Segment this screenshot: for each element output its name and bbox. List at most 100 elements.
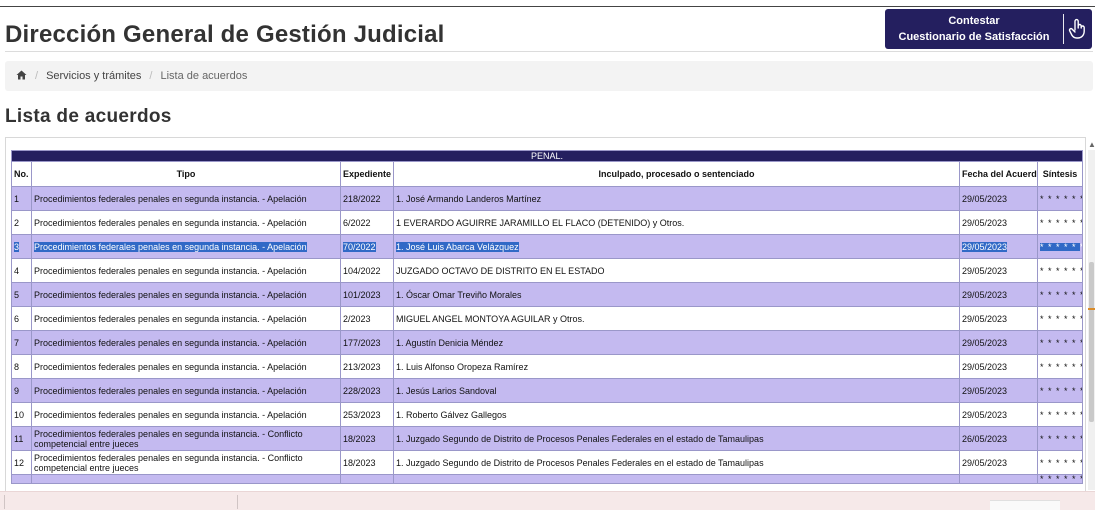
sintesis-placeholder: * * * * * * xyxy=(1040,193,1083,204)
cell-tipo: Procedimientos federales penales en segu… xyxy=(31,258,341,283)
cell-tipo xyxy=(31,474,341,484)
cell-tipo-text: Procedimientos federales penales en segu… xyxy=(34,409,307,420)
cell-tipo-text: Procedimientos federales penales en segu… xyxy=(34,241,307,252)
column-header-no: No. xyxy=(11,161,32,187)
cell-expediente: 177/2023 xyxy=(340,330,394,355)
table-row[interactable]: 7 Procedimientos federales penales en seg… xyxy=(11,330,1083,355)
cell-sintesis: * * * * * * xyxy=(1037,450,1083,475)
survey-button[interactable]: Contestar Cuestionario de Satisfacción xyxy=(885,9,1092,49)
cell-expediente-text: 218/2022 xyxy=(343,193,381,204)
home-icon[interactable] xyxy=(16,70,27,83)
survey-button-separator xyxy=(1063,14,1064,44)
cell-expediente: 228/2023 xyxy=(340,378,394,403)
acuerdos-table: PENAL. No. Tipo Expediente Inculpado, pr… xyxy=(11,150,1083,484)
cell-tipo-text: Procedimientos federales penales en segu… xyxy=(34,452,303,473)
cell-expediente: 104/2022 xyxy=(340,258,394,283)
cell-fecha: 29/05/2023 xyxy=(959,282,1038,307)
table-row[interactable]: 3 Procedimientos federales penales en seg… xyxy=(11,234,1083,259)
cell-inculpado-text: 1. José Armando Landeros Martínez xyxy=(396,193,542,204)
cell-no-text: 3 xyxy=(14,241,20,252)
cell-sintesis: * * * * * * xyxy=(1037,378,1083,403)
sintesis-placeholder: * * * * * * xyxy=(1040,474,1083,484)
column-header-tipo: Tipo xyxy=(31,161,341,187)
sintesis-placeholder: * * * * * * xyxy=(1040,241,1083,252)
cell-no: 10 xyxy=(11,402,32,427)
table-body: 1 Procedimientos federales penales en seg… xyxy=(11,186,1083,484)
cell-inculpado-text: 1 EVERARDO AGUIRRE JARAMILLO EL FLACO (D… xyxy=(396,217,685,228)
sintesis-placeholder: * * * * * * xyxy=(1040,409,1083,420)
cell-tipo: Procedimientos federales penales en segu… xyxy=(31,426,341,451)
sintesis-placeholder: * * * * * * xyxy=(1040,433,1083,444)
cell-fecha-text: 29/05/2023 xyxy=(962,289,1008,300)
cell-tipo-text: Procedimientos federales penales en segu… xyxy=(34,265,307,276)
breadcrumb-current: Lista de acuerdos xyxy=(160,70,248,82)
cell-tipo: Procedimientos federales penales en segu… xyxy=(31,186,341,211)
cell-tipo-text: Procedimientos federales penales en segu… xyxy=(34,385,307,396)
cell-fecha: 29/05/2023 xyxy=(959,234,1038,259)
cell-fecha: 29/05/2023 xyxy=(959,258,1038,283)
cell-inculpado-text: JUZGADO OCTAVO DE DISTRITO EN EL ESTADO xyxy=(396,265,605,276)
sintesis-placeholder: * * * * * * xyxy=(1040,265,1083,276)
breadcrumb-services[interactable]: Servicios y trámites xyxy=(46,70,141,82)
cell-fecha: 29/05/2023 xyxy=(959,378,1038,403)
top-divider xyxy=(0,6,1095,7)
cell-no: 9 xyxy=(11,378,32,403)
sintesis-placeholder: * * * * * * xyxy=(1040,313,1083,324)
table-row-partial[interactable]: * * * * * * xyxy=(11,474,1083,484)
table-row[interactable]: 1 Procedimientos federales penales en seg… xyxy=(11,186,1083,211)
cell-fecha-text: 29/05/2023 xyxy=(962,193,1008,204)
column-header-sintesis: Síntesis xyxy=(1037,161,1083,187)
table-row[interactable]: 4 Procedimientos federales penales en seg… xyxy=(11,258,1083,283)
cell-expediente-text: 2/2023 xyxy=(343,313,371,324)
cell-expediente: 6/2022 xyxy=(340,210,394,235)
sintesis-placeholder: * * * * * * xyxy=(1040,457,1083,468)
cell-fecha-text: 29/05/2023 xyxy=(962,409,1008,420)
cell-fecha: 29/05/2023 xyxy=(959,402,1038,427)
table-row[interactable]: 10 Procedimientos federales penales en se… xyxy=(11,402,1083,427)
cell-expediente-text: 253/2023 xyxy=(343,409,381,420)
column-header-fecha: Fecha del Acuerdo xyxy=(959,161,1038,187)
table-row[interactable]: 11 Procedimientos federales penales en se… xyxy=(11,426,1083,451)
sintesis-placeholder: * * * * * * xyxy=(1040,337,1083,348)
cell-fecha: 29/05/2023 xyxy=(959,354,1038,379)
cell-inculpado: 1. Agustín Denicia Méndez xyxy=(393,330,960,355)
cell-inculpado-text: MIGUEL ANGEL MONTOYA AGUILAR y Otros. xyxy=(396,313,585,324)
table-row[interactable]: 9 Procedimientos federales penales en seg… xyxy=(11,378,1083,403)
cell-sintesis: * * * * * * xyxy=(1037,330,1083,355)
table-row[interactable]: 12 Procedimientos federales penales en se… xyxy=(11,450,1083,475)
breadcrumb-separator: / xyxy=(149,70,153,82)
page-title: Dirección General de Gestión Judicial xyxy=(5,21,445,48)
table-row[interactable]: 6 Procedimientos federales penales en seg… xyxy=(11,306,1083,331)
cell-no-text: 1 xyxy=(14,193,20,204)
table-row[interactable]: 2 Procedimientos federales penales en seg… xyxy=(11,210,1083,235)
cell-expediente: 2/2023 xyxy=(340,306,394,331)
cell-tipo: Procedimientos federales penales en segu… xyxy=(31,210,341,235)
cell-tipo: Procedimientos federales penales en segu… xyxy=(31,234,341,259)
cell-inculpado: JUZGADO OCTAVO DE DISTRITO EN EL ESTADO xyxy=(393,258,960,283)
scroll-up-arrow[interactable]: ▲ xyxy=(1088,140,1095,149)
cell-expediente-text: 6/2022 xyxy=(343,217,371,228)
table-row[interactable]: 8 Procedimientos federales penales en seg… xyxy=(11,354,1083,379)
cell-fecha-text: 29/05/2023 xyxy=(962,217,1008,228)
cell-sintesis: * * * * * * xyxy=(1037,282,1083,307)
cell-tipo-text: Procedimientos federales penales en segu… xyxy=(34,289,307,300)
section-title: Lista de acuerdos xyxy=(5,106,172,127)
cell-inculpado: 1 EVERARDO AGUIRRE JARAMILLO EL FLACO (D… xyxy=(393,210,960,235)
cell-expediente: 253/2023 xyxy=(340,402,394,427)
cell-fecha-text: 29/05/2023 xyxy=(962,361,1008,372)
cell-tipo: Procedimientos federales penales en segu… xyxy=(31,450,341,475)
cell-tipo: Procedimientos federales penales en segu… xyxy=(31,330,341,355)
breadcrumb: / Servicios y trámites / Lista de acuerd… xyxy=(5,61,1093,91)
cell-no-text: 12 xyxy=(14,457,25,468)
cell-fecha-text: 26/05/2023 xyxy=(962,433,1008,444)
group-header: PENAL. xyxy=(11,150,1083,162)
scrollbar-thumb[interactable] xyxy=(1089,262,1094,422)
cell-inculpado-text: 1. Jesús Larios Sandoval xyxy=(396,385,497,396)
cell-fecha-text: 29/05/2023 xyxy=(962,313,1008,324)
cell-sintesis: * * * * * * xyxy=(1037,354,1083,379)
cell-fecha: 29/05/2023 xyxy=(959,306,1038,331)
cell-expediente-text: 18/2023 xyxy=(343,433,376,444)
cell-tipo-text: Procedimientos federales penales en segu… xyxy=(34,337,307,348)
table-row[interactable]: 5 Procedimientos federales penales en seg… xyxy=(11,282,1083,307)
cell-expediente-text: 228/2023 xyxy=(343,385,381,396)
